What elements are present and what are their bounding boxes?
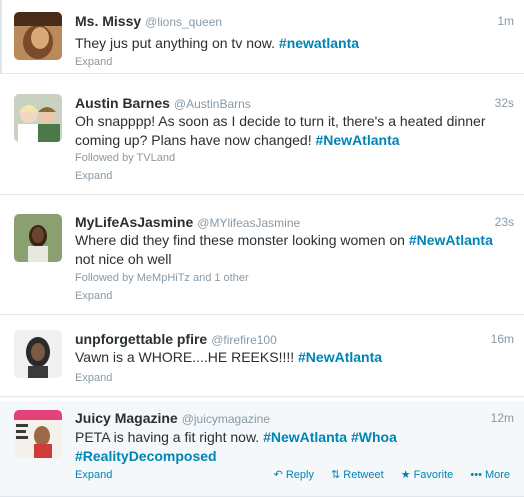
expand-link[interactable]: Expand xyxy=(75,372,112,384)
username[interactable]: @firefire100 xyxy=(211,333,277,347)
hashtag-link[interactable]: #NewAtlanta xyxy=(409,232,493,248)
reply-label: Reply xyxy=(285,469,314,481)
divider xyxy=(0,0,2,73)
username[interactable]: @lions_queen xyxy=(145,15,222,29)
text-line: #RealityDecomposed xyxy=(75,447,512,466)
fullname[interactable]: Austin Barnes xyxy=(75,95,170,111)
avatar[interactable] xyxy=(14,12,62,60)
expand-link[interactable]: Expand xyxy=(75,56,112,68)
followed-by[interactable]: Followed by TVLand xyxy=(75,152,175,164)
tweet-text: Oh snapppp! As soon as I decide to turn … xyxy=(75,112,512,150)
text-segment: Vawn is a WHORE....HE REEKS!!!! xyxy=(75,349,299,365)
retweet-button[interactable]: ⇅ Retweet xyxy=(331,468,384,481)
followed-by[interactable]: Followed by MeMpHiTz and 1 other xyxy=(75,272,249,284)
text-line: PETA is having a fit right now. #NewAtla… xyxy=(75,428,512,447)
tweet-item[interactable]: Ms. Missy @lions_queen 1m They jus put an… xyxy=(0,0,524,74)
tweet-item[interactable]: Austin Barnes @AustinBarns 32s Oh snapppp… xyxy=(0,84,524,195)
text-segment: Where did they find these monster lookin… xyxy=(75,232,409,248)
retweet-label: Retweet xyxy=(343,469,384,481)
text-segment: coming up? Plans have now changed! xyxy=(75,132,316,148)
tweet-text: PETA is having a fit right now. #NewAtla… xyxy=(75,428,512,466)
expand-link[interactable]: Expand xyxy=(75,469,112,481)
text-line: not nice oh well xyxy=(75,251,172,267)
tweet-header: Austin Barnes @AustinBarns 32s xyxy=(75,95,514,113)
tweet-actions: ↶ Reply ⇅ Retweet ★ Favorite ••• More xyxy=(260,468,510,481)
timestamp[interactable]: 23s xyxy=(495,215,514,229)
avatar[interactable] xyxy=(14,410,62,458)
tweet-item[interactable]: Juicy Magazine @juicymagazine 12m PETA is… xyxy=(0,401,524,497)
avatar[interactable] xyxy=(14,94,62,142)
tweet-header: MyLifeAsJasmine @MYlifeasJasmine 23s xyxy=(75,214,514,232)
favorite-label: Favorite xyxy=(413,469,454,481)
tweet-item[interactable]: MyLifeAsJasmine @MYlifeasJasmine 23s Wher… xyxy=(0,204,524,315)
avatar[interactable] xyxy=(14,330,62,378)
timestamp[interactable]: 12m xyxy=(491,411,514,425)
hashtag-link[interactable]: #NewAtlanta xyxy=(263,429,347,445)
tweet-text: Vawn is a WHORE....HE REEKS!!!! #NewAtla… xyxy=(75,348,512,367)
fullname[interactable]: unpforgettable pfire xyxy=(75,331,207,347)
username[interactable]: @juicymagazine xyxy=(182,412,270,426)
text-segment: PETA is having a fit right now. xyxy=(75,429,264,445)
text-line: Where did they find these monster lookin… xyxy=(75,231,512,250)
tweet-header: Ms. Missy @lions_queen 1m xyxy=(75,13,514,31)
more-button[interactable]: ••• More xyxy=(470,469,510,481)
more-icon: ••• xyxy=(470,469,482,481)
favorite-button[interactable]: ★ Favorite xyxy=(401,468,454,481)
timestamp[interactable]: 32s xyxy=(495,96,514,110)
hashtag-link[interactable]: #NewAtlanta xyxy=(298,349,382,365)
tweet-text: They jus put anything on tv now. #newatl… xyxy=(75,34,512,53)
star-icon: ★ xyxy=(400,469,411,481)
expand-link[interactable]: Expand xyxy=(75,170,112,182)
username[interactable]: @AustinBarns xyxy=(174,97,251,111)
text-line: coming up? Plans have now changed! #NewA… xyxy=(75,131,512,150)
timestamp[interactable]: 1m xyxy=(497,14,514,28)
reply-button[interactable]: ↶ Reply xyxy=(274,468,314,481)
fullname[interactable]: Juicy Magazine xyxy=(75,410,178,426)
retweet-icon: ⇅ xyxy=(331,469,341,481)
more-label: More xyxy=(484,469,510,481)
avatar[interactable] xyxy=(14,214,62,262)
tweet-header: Juicy Magazine @juicymagazine 12m xyxy=(75,410,514,428)
tweet-header: unpforgettable pfire @firefire100 16m xyxy=(75,331,514,349)
text-segment: They jus put anything on tv now. xyxy=(75,35,279,51)
hashtag-link[interactable]: #newatlanta xyxy=(279,35,359,51)
fullname[interactable]: Ms. Missy xyxy=(75,13,141,29)
text-line: Oh snapppp! As soon as I decide to turn … xyxy=(75,113,486,129)
hashtag-link[interactable]: #NewAtlanta xyxy=(316,132,400,148)
tweet-text: Where did they find these monster lookin… xyxy=(75,231,512,269)
timestamp[interactable]: 16m xyxy=(491,332,514,346)
tweet-item[interactable]: unpforgettable pfire @firefire100 16m Vaw… xyxy=(0,319,524,397)
hashtag-link[interactable]: #Whoa xyxy=(351,429,397,445)
expand-link[interactable]: Expand xyxy=(75,290,112,302)
username[interactable]: @MYlifeasJasmine xyxy=(197,216,300,230)
hashtag-link[interactable]: #RealityDecomposed xyxy=(75,448,217,464)
fullname[interactable]: MyLifeAsJasmine xyxy=(75,214,193,230)
reply-icon: ↶ xyxy=(273,469,283,481)
